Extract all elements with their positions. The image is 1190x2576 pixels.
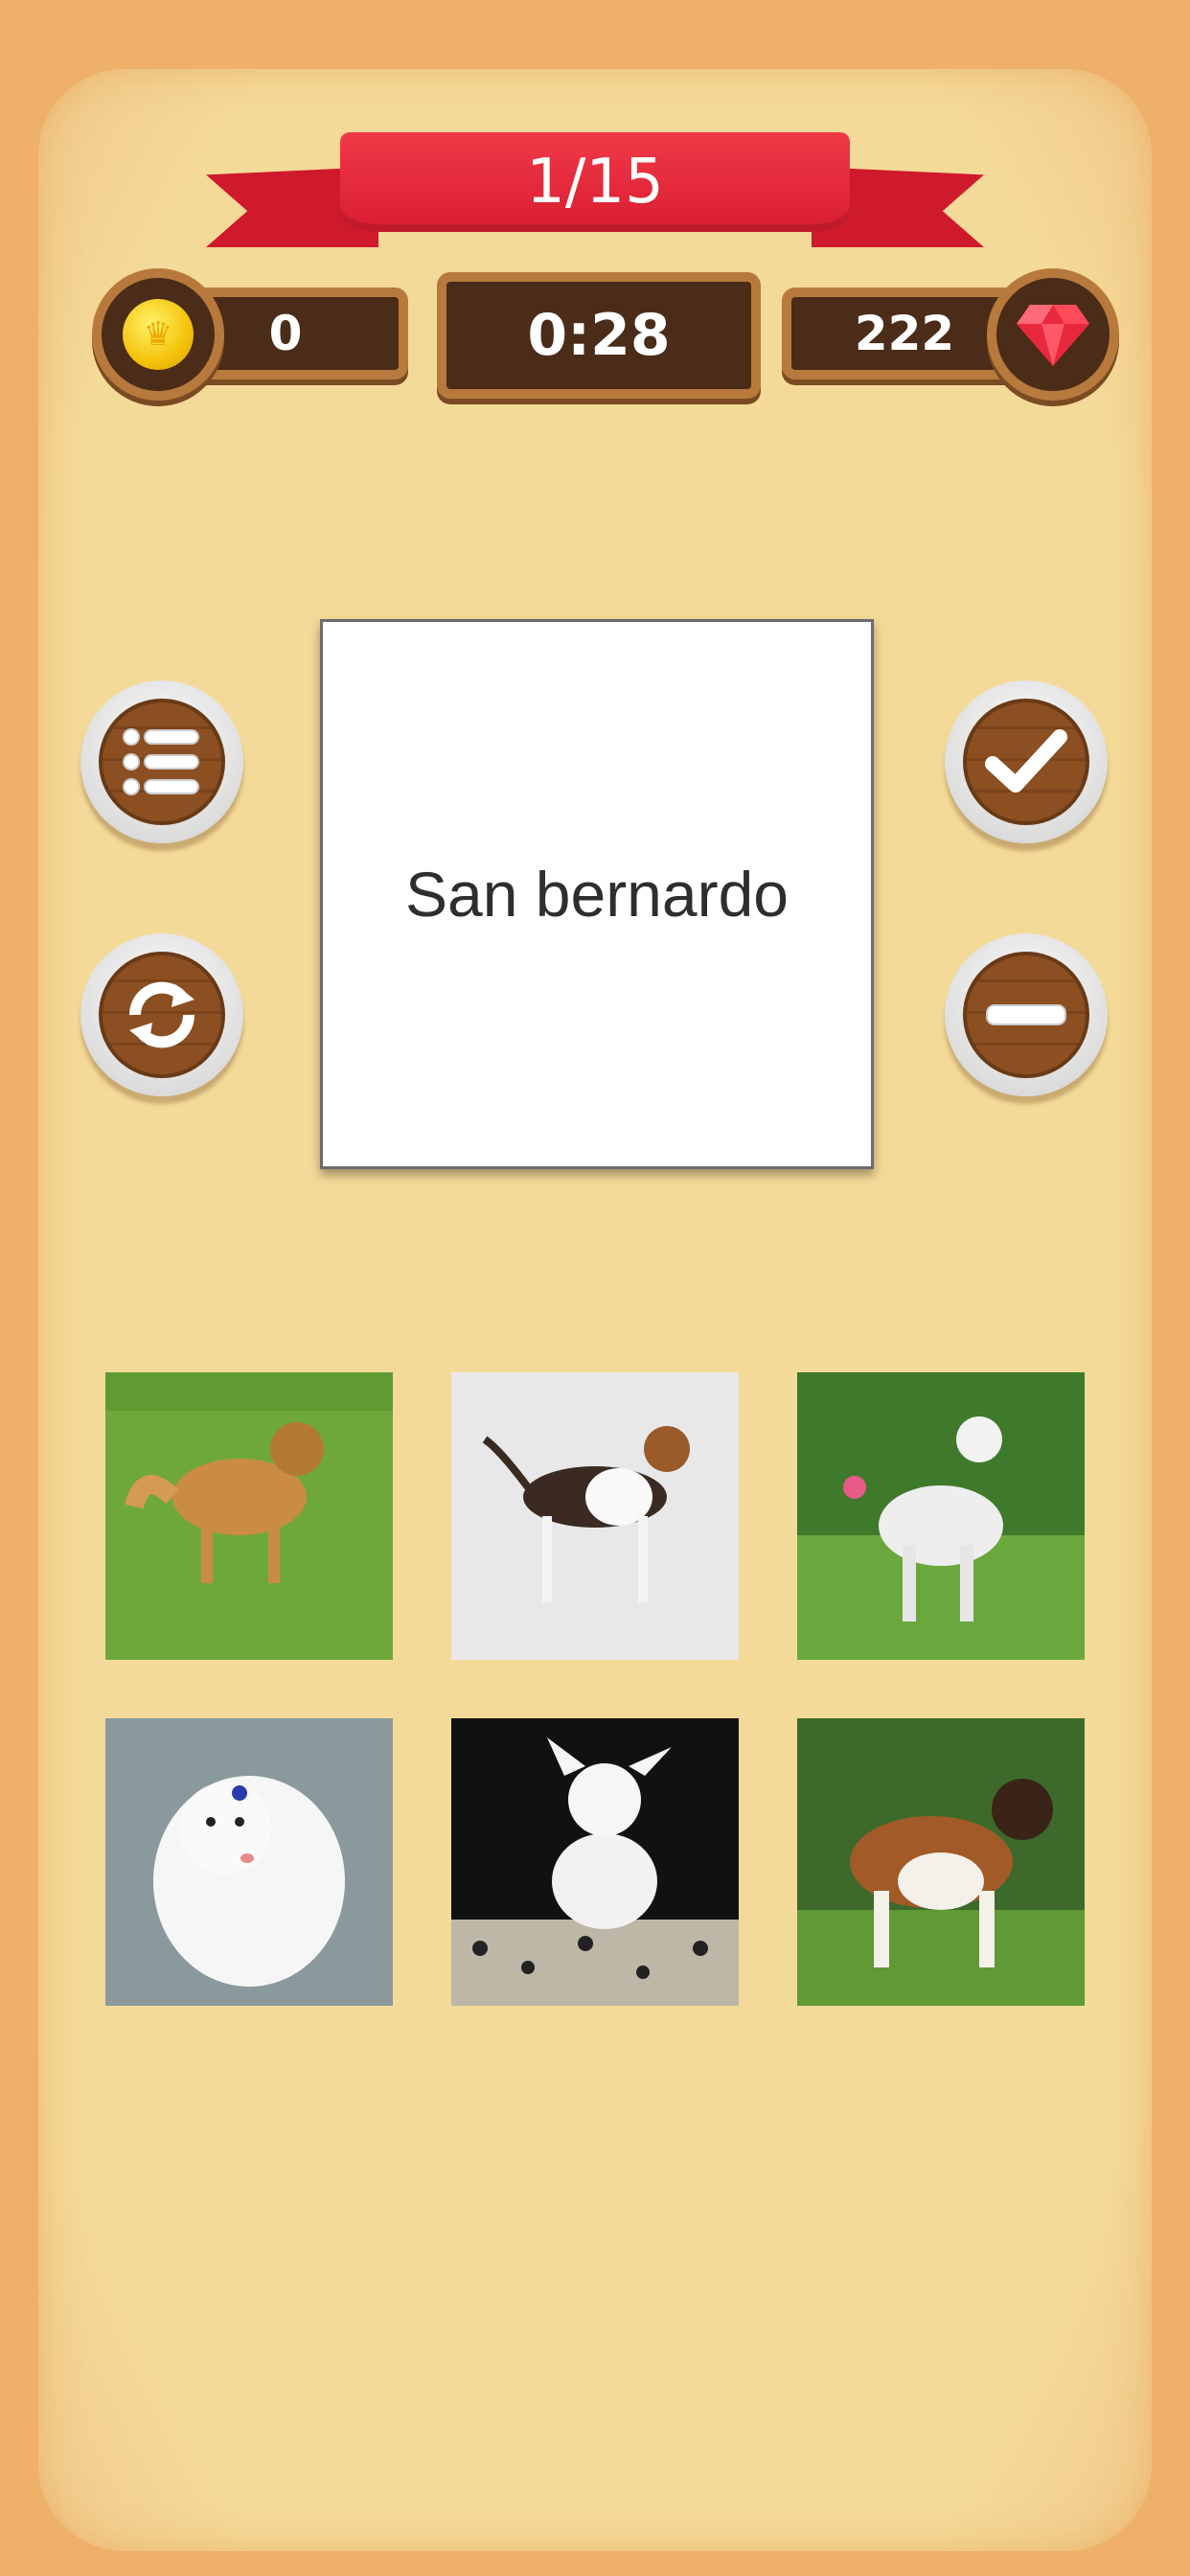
coin-count: 0 [268, 306, 303, 361]
gem-count: 222 [854, 306, 955, 361]
list-button[interactable] [80, 680, 243, 843]
progress-ribbon: 1/15 [206, 125, 984, 268]
dog-photo-5 [451, 1718, 739, 2006]
dog-photo-2 [451, 1372, 739, 1660]
timer-text: 0:28 [527, 302, 671, 369]
crown-coin-icon: ♛ [123, 299, 194, 370]
minus-button-face [963, 952, 1089, 1078]
progress-text: 1/15 [526, 147, 664, 218]
dog-photo-1 [105, 1372, 393, 1660]
list-icon [123, 728, 199, 795]
dog-photo-4 [105, 1718, 393, 2006]
photo-tile-1[interactable] [105, 1372, 393, 1660]
gem-icon [1017, 305, 1089, 366]
coin-badge: ♛ [92, 268, 224, 401]
photo-tile-5[interactable] [451, 1718, 739, 2006]
check-button-face [963, 699, 1089, 825]
minus-icon [986, 1004, 1066, 1025]
check-button[interactable] [945, 680, 1108, 843]
photo-tile-6[interactable] [797, 1718, 1085, 2006]
photo-tile-2[interactable] [451, 1372, 739, 1660]
refresh-icon [128, 981, 195, 1048]
word-card: San bernardo [320, 619, 874, 1169]
gem-badge [987, 268, 1119, 401]
ribbon-banner: 1/15 [340, 132, 850, 232]
photo-tile-4[interactable] [105, 1718, 393, 2006]
minus-button[interactable] [945, 933, 1108, 1096]
photo-tile-3[interactable] [797, 1372, 1085, 1660]
refresh-button-face [99, 952, 225, 1078]
word-text: San bernardo [405, 859, 789, 930]
timer-panel: 0:28 [437, 272, 761, 399]
list-button-face [99, 699, 225, 825]
check-icon [985, 729, 1067, 793]
dog-photo-6 [797, 1718, 1085, 2006]
dog-photo-3 [797, 1372, 1085, 1660]
refresh-button[interactable] [80, 933, 243, 1096]
game-board [38, 69, 1152, 2551]
